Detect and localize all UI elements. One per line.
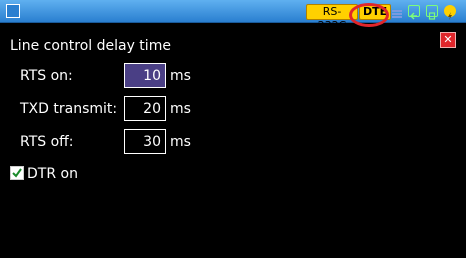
rs232c-badge: RS-232C [306,4,358,32]
rts-on-label: RTS on: [20,68,73,84]
status-bar: RS-232C DTE [0,0,466,32]
dtr-on-label: DTR on [27,166,78,182]
dtr-on-checkbox[interactable] [10,166,24,180]
rts-on-unit: ms [170,68,191,84]
close-icon[interactable]: ✕ [440,32,456,48]
rts-off-label: RTS off: [20,134,74,150]
txd-transmit-unit: ms [170,101,191,117]
menu-icon[interactable] [6,4,20,18]
rts-off-unit: ms [170,134,191,150]
rts-on-input[interactable]: 10 [124,63,166,88]
txd-transmit-input[interactable]: 20 [124,96,166,121]
power-icon [444,5,456,20]
checkmark-icon [12,168,22,178]
lan-icon [408,5,420,20]
txd-transmit-label: TXD transmit: [20,101,118,117]
rts-off-input[interactable]: 30 [124,129,166,154]
sd-card-icon [426,5,438,20]
network-icon [391,5,403,18]
dialog-title: Line control delay time [10,38,171,54]
dte-badge: DTE [359,4,391,20]
